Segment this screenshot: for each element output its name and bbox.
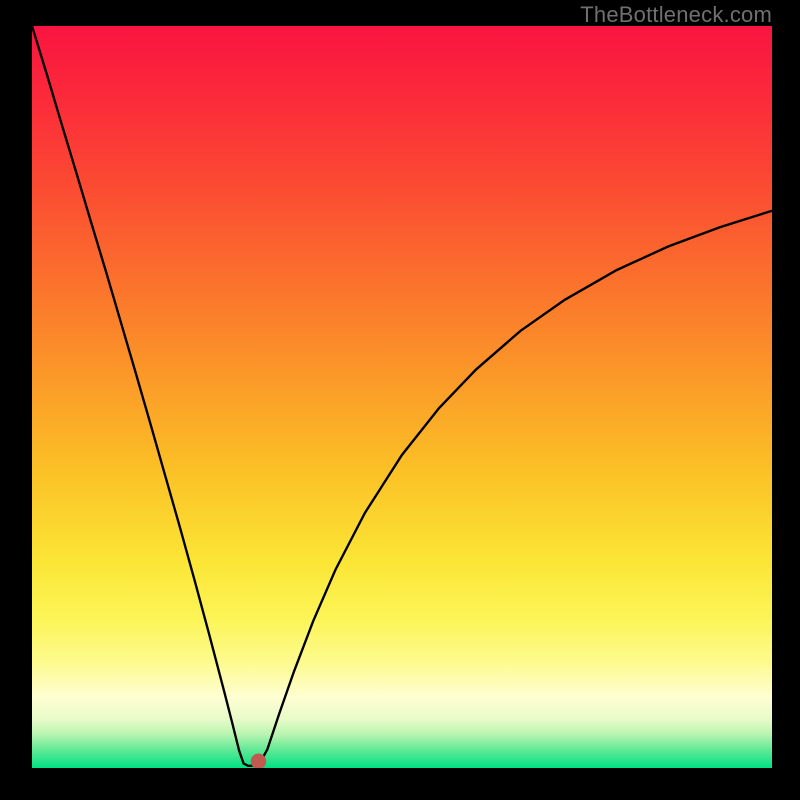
chart-frame: TheBottleneck.com [0,0,800,800]
bottleneck-chart [32,26,772,768]
watermark-text: TheBottleneck.com [580,2,772,28]
plot-area [32,26,772,768]
